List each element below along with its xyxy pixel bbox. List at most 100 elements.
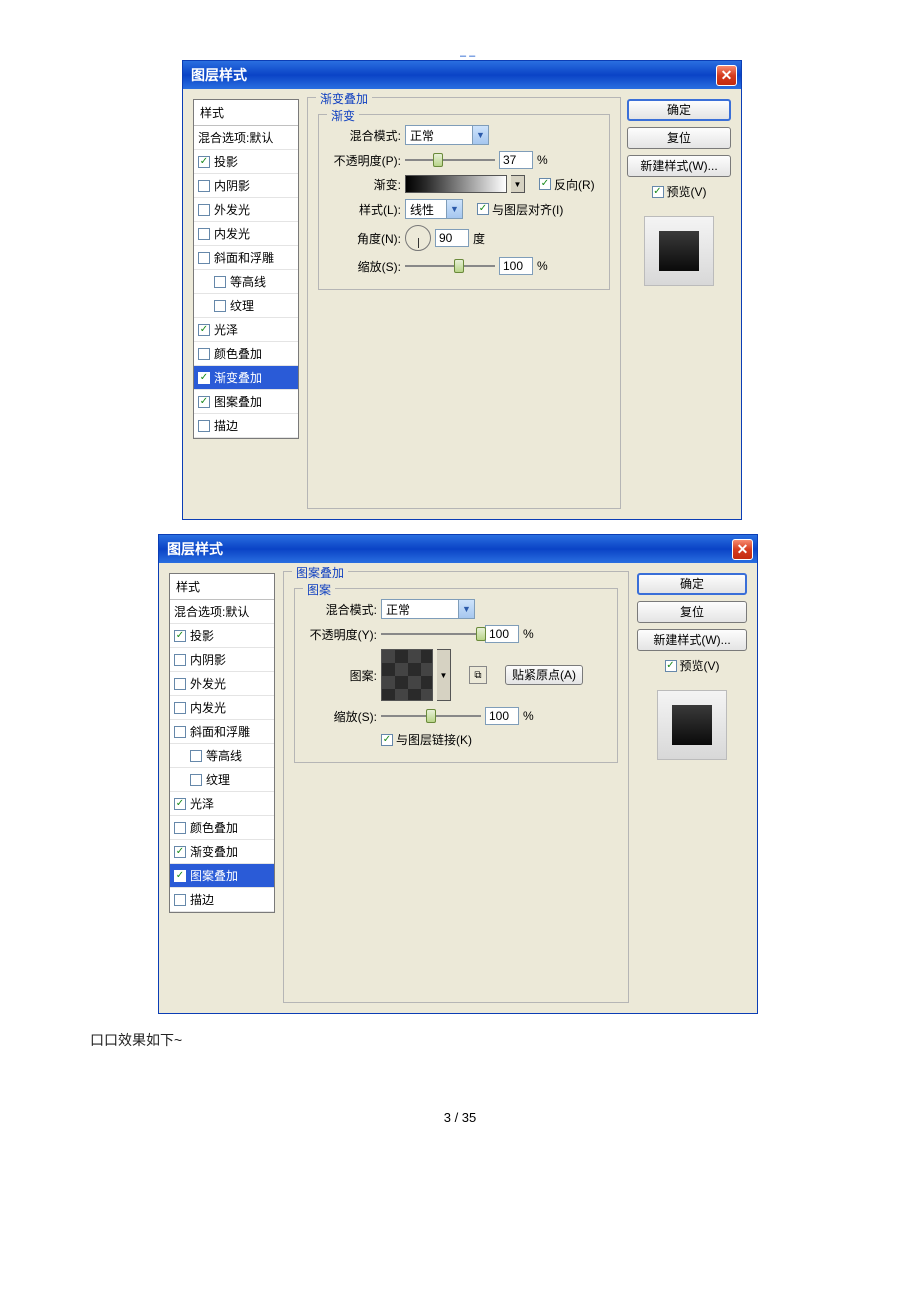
style-item-label: 光泽 [190,795,214,812]
checkbox-icon [174,678,186,690]
checkbox-icon [198,180,210,192]
opacity-slider[interactable] [381,627,481,641]
snap-origin-button[interactable]: 贴紧原点(A) [505,665,583,685]
gradient-swatch[interactable] [405,175,507,193]
style-item-斜面和浮雕[interactable]: 斜面和浮雕 [170,720,274,744]
close-icon: ✕ [737,541,749,558]
titlebar: 图层样式 ✕ [183,61,741,89]
scale-slider[interactable] [381,709,481,723]
style-item-label: 等高线 [206,747,242,764]
new-style-button[interactable]: 新建样式(W)... [637,629,747,651]
caption-text: 口口效果如下~ [90,1030,920,1050]
blend-mode-combo[interactable]: 正常 ▼ [381,599,475,619]
style-item-label: 等高线 [230,273,266,290]
style-item-label: 投影 [214,153,238,170]
blend-options-row[interactable]: 混合选项:默认 [170,600,274,624]
scale-slider[interactable] [405,259,495,273]
style-item-颜色叠加[interactable]: 颜色叠加 [170,816,274,840]
preview-checkbox[interactable]: 预览(V) [652,183,707,200]
style-item-外发光[interactable]: 外发光 [170,672,274,696]
checkbox-icon [174,870,186,882]
blend-options-row[interactable]: 混合选项:默认 [194,126,298,150]
style-item-内阴影[interactable]: 内阴影 [194,174,298,198]
style-item-内发光[interactable]: 内发光 [194,222,298,246]
style-item-label: 渐变叠加 [190,843,238,860]
style-item-label: 外发光 [190,675,226,692]
checkbox-icon [214,300,226,312]
close-icon: ✕ [721,67,733,84]
reset-button[interactable]: 复位 [637,601,747,623]
style-item-内阴影[interactable]: 内阴影 [170,648,274,672]
opacity-unit: % [537,153,548,167]
pattern-group: 图案 混合模式: 正常 ▼ 不透明度(Y): 100 [294,588,618,763]
style-item-描边[interactable]: 描边 [170,888,274,912]
style-item-label: 图案叠加 [190,867,238,884]
checkbox-icon [214,276,226,288]
styles-header[interactable]: 样式 [170,574,274,600]
styles-panel: 样式 混合选项:默认 投影内阴影外发光内发光斜面和浮雕等高线纹理光泽颜色叠加渐变… [193,99,299,439]
preview-swatch [659,231,699,271]
reverse-checkbox[interactable]: 反向(R) [539,176,595,193]
close-button[interactable]: ✕ [732,539,753,560]
style-item-投影[interactable]: 投影 [170,624,274,648]
style-item-图案叠加[interactable]: 图案叠加 [194,390,298,414]
style-item-纹理[interactable]: 纹理 [194,294,298,318]
new-style-button[interactable]: 新建样式(W)... [627,155,731,177]
align-checkbox[interactable]: 与图层对齐(I) [477,201,563,218]
styles-header[interactable]: 样式 [194,100,298,126]
gradient-dropdown[interactable]: ▼ [511,175,525,193]
opacity-input[interactable]: 100 [485,625,519,643]
pattern-dropdown[interactable]: ▼ [437,649,451,701]
style-item-等高线[interactable]: 等高线 [194,270,298,294]
style-item-图案叠加[interactable]: 图案叠加 [170,864,274,888]
link-label: 与图层链接(K) [396,731,472,748]
opacity-input[interactable]: 37 [499,151,533,169]
style-item-label: 内阴影 [214,177,250,194]
angle-input[interactable]: 90 [435,229,469,247]
style-item-斜面和浮雕[interactable]: 斜面和浮雕 [194,246,298,270]
ok-button[interactable]: 确定 [637,573,747,595]
blend-mode-combo[interactable]: 正常 ▼ [405,125,489,145]
pattern-thumbnail[interactable] [381,649,433,701]
scale-label: 缩放(S): [305,708,377,725]
blend-mode-value: 正常 [386,601,410,618]
style-item-内发光[interactable]: 内发光 [170,696,274,720]
preview-checkbox[interactable]: 预览(V) [665,657,720,674]
checkbox-icon [174,726,186,738]
ok-button[interactable]: 确定 [627,99,731,121]
style-item-光泽[interactable]: 光泽 [170,792,274,816]
style-combo[interactable]: 线性 ▼ [405,199,463,219]
style-item-投影[interactable]: 投影 [194,150,298,174]
preview-label: 预览(V) [667,183,707,200]
reset-button[interactable]: 复位 [627,127,731,149]
style-item-label: 渐变叠加 [214,369,262,386]
snap-icon-button[interactable]: ⧉ [469,666,487,684]
checkbox-icon [477,203,489,215]
inner-title: 图案 [303,581,335,598]
chevron-down-icon: ▼ [458,600,474,618]
scale-input[interactable]: 100 [485,707,519,725]
checkbox-icon [539,178,551,190]
style-item-渐变叠加[interactable]: 渐变叠加 [170,840,274,864]
opacity-slider[interactable] [405,153,495,167]
titlebar: 图层样式 ✕ [159,535,757,563]
scale-input[interactable]: 100 [499,257,533,275]
dialog-title: 图层样式 [191,65,247,85]
style-item-label: 内发光 [190,699,226,716]
style-item-渐变叠加[interactable]: 渐变叠加 [194,366,298,390]
style-item-颜色叠加[interactable]: 颜色叠加 [194,342,298,366]
style-item-光泽[interactable]: 光泽 [194,318,298,342]
styles-panel: 样式 混合选项:默认 投影内阴影外发光内发光斜面和浮雕等高线纹理光泽颜色叠加渐变… [169,573,275,913]
preview-swatch [672,705,712,745]
close-button[interactable]: ✕ [716,65,737,86]
style-item-描边[interactable]: 描边 [194,414,298,438]
style-item-等高线[interactable]: 等高线 [170,744,274,768]
style-item-label: 光泽 [214,321,238,338]
style-item-纹理[interactable]: 纹理 [170,768,274,792]
style-item-label: 斜面和浮雕 [214,249,274,266]
style-item-外发光[interactable]: 外发光 [194,198,298,222]
angle-dial[interactable] [405,225,431,251]
style-item-label: 纹理 [230,297,254,314]
link-checkbox[interactable]: 与图层链接(K) [381,731,472,748]
checkbox-icon [198,396,210,408]
